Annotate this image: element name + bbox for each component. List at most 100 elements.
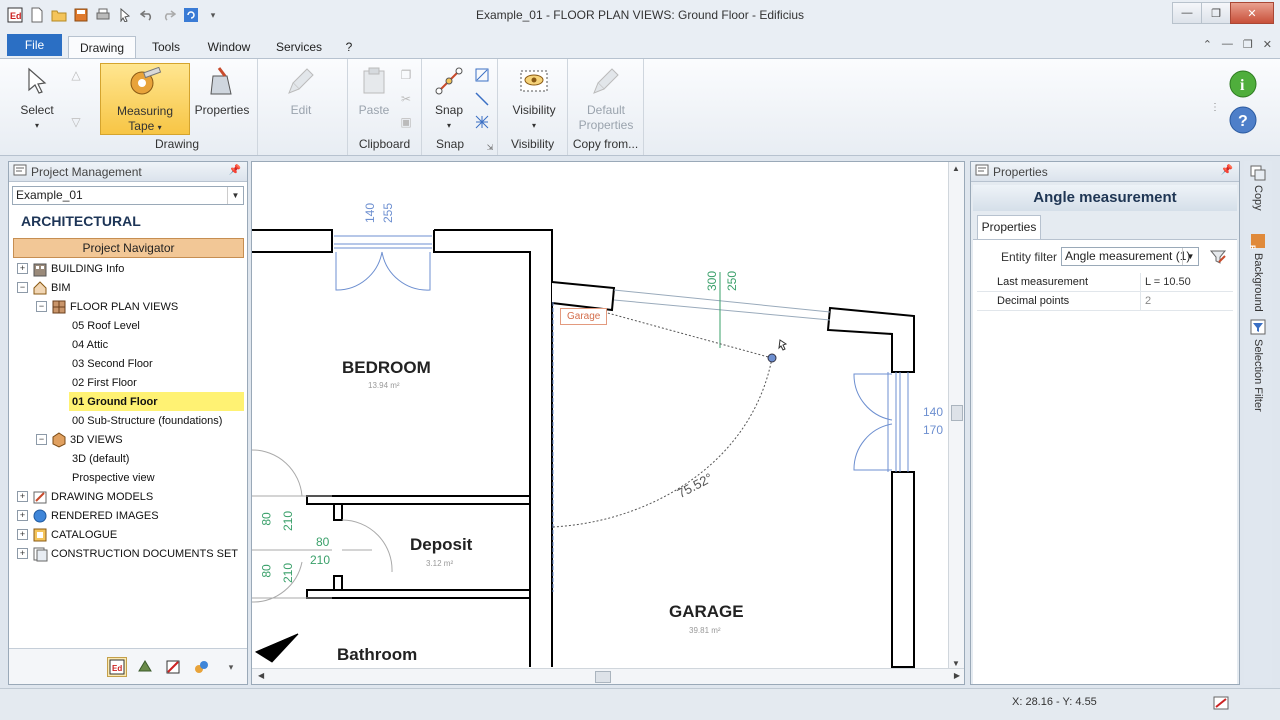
- visibility-button[interactable]: Visibility ▾: [506, 63, 562, 133]
- scroll-down-icon[interactable]: ▼: [952, 659, 960, 668]
- tab-help[interactable]: ?: [340, 36, 358, 58]
- tab-tools[interactable]: Tools: [141, 36, 191, 58]
- side-tab-selection-filter[interactable]: Selection Filter: [1248, 319, 1268, 415]
- tree-item-construction-documents[interactable]: + CONSTRUCTION DOCUMENTS SET: [17, 544, 238, 563]
- side-tab-copy[interactable]: Copy: [1248, 165, 1268, 221]
- structural-icon[interactable]: [135, 657, 155, 677]
- tab-services[interactable]: Services: [270, 36, 328, 58]
- tree-item-label: Prospective view: [72, 471, 155, 484]
- room-label-deposit[interactable]: Deposit: [410, 535, 472, 555]
- file-menu-button[interactable]: File: [7, 34, 62, 56]
- floor-plan-drawing[interactable]: [252, 162, 950, 670]
- tree-item-catalogue[interactable]: + CATALOGUE: [17, 525, 117, 544]
- scroll-thumb[interactable]: [595, 671, 611, 683]
- cut-icon[interactable]: ✂: [398, 91, 414, 107]
- help-icon[interactable]: ?: [1228, 105, 1258, 135]
- filter-edit-icon[interactable]: [1209, 248, 1227, 266]
- tree-item-3d-views[interactable]: − 3D VIEWS: [36, 430, 123, 449]
- tree-item-3d-default[interactable]: 3D (default): [69, 449, 132, 468]
- pin-icon[interactable]: 📌: [229, 165, 241, 176]
- doc-minimize-icon[interactable]: —: [1222, 38, 1233, 51]
- property-value[interactable]: 2: [1141, 292, 1151, 310]
- tab-properties[interactable]: Properties: [977, 215, 1041, 239]
- expand-icon[interactable]: +: [17, 510, 28, 521]
- ribbon-group-edit: Edit: [258, 59, 348, 155]
- scroll-right-icon[interactable]: ▶: [954, 671, 960, 680]
- room-label-bedroom[interactable]: BEDROOM: [342, 358, 431, 378]
- snap-group-launcher-icon[interactable]: ⇲: [482, 139, 498, 155]
- snap-option-2-icon[interactable]: [474, 91, 490, 107]
- vertical-scrollbar[interactable]: ▲ ▼: [948, 162, 964, 670]
- mep-icon[interactable]: [163, 657, 183, 677]
- wall: [891, 471, 915, 668]
- collapse-icon[interactable]: −: [36, 434, 47, 445]
- room-label-garage[interactable]: GARAGE: [669, 602, 744, 622]
- room-label-bathroom[interactable]: Bathroom: [337, 645, 417, 665]
- properties-button[interactable]: Properties: [194, 63, 250, 133]
- garage-tag[interactable]: Garage: [560, 308, 608, 325]
- tree-item-drawing-models[interactable]: + DRAWING MODELS: [17, 487, 153, 506]
- dim-label: 250: [725, 270, 740, 292]
- plugins-icon[interactable]: [191, 657, 211, 677]
- chevron-down-icon[interactable]: ▼: [1182, 248, 1198, 265]
- ribbon-collapse-icon[interactable]: ⌃: [1203, 38, 1212, 51]
- snap-option-1-icon[interactable]: [474, 67, 490, 83]
- project-management-title: Project Management: [31, 164, 142, 179]
- tree-item-rendered-images[interactable]: + RENDERED IMAGES: [17, 506, 159, 525]
- side-tab-background[interactable]: BG Background: [1248, 233, 1268, 319]
- panel-toolbar: Ed ▾: [9, 648, 247, 684]
- close-button[interactable]: ✕: [1230, 2, 1274, 24]
- expand-icon[interactable]: +: [17, 263, 28, 274]
- project-select-value: Example_01: [16, 188, 83, 202]
- status-settings-icon[interactable]: [1212, 694, 1232, 712]
- tree-item-sub-structure[interactable]: 00 Sub-Structure (foundations): [69, 411, 225, 430]
- tree-item-prospective-view[interactable]: Prospective view: [69, 468, 158, 487]
- scroll-thumb[interactable]: [951, 405, 963, 421]
- expand-icon[interactable]: +: [17, 491, 28, 502]
- edit-button[interactable]: Edit: [274, 63, 328, 133]
- panel-menu-dropdown-icon[interactable]: ▾: [221, 657, 241, 677]
- doc-restore-icon[interactable]: ❐: [1243, 38, 1253, 51]
- tab-window[interactable]: Window: [200, 36, 258, 58]
- drawing-canvas[interactable]: Garage BEDROOM 13.94 m² Deposit 3.12 m² …: [251, 161, 965, 685]
- tree-item-attic[interactable]: 04 Attic: [69, 335, 111, 354]
- tab-drawing[interactable]: Drawing: [68, 36, 136, 58]
- tree-item-second-floor[interactable]: 03 Second Floor: [69, 354, 156, 373]
- entity-filter-select[interactable]: Angle measurement (1) ▼: [1061, 247, 1199, 266]
- tree-item-roof-level[interactable]: 05 Roof Level: [69, 316, 143, 335]
- snap-grid-icon[interactable]: [474, 114, 490, 130]
- scroll-left-icon[interactable]: ◀: [258, 671, 264, 680]
- copy-icon[interactable]: ❐: [398, 67, 414, 83]
- architectural-icon[interactable]: Ed: [107, 657, 127, 677]
- doc-close-icon[interactable]: ✕: [1263, 38, 1272, 51]
- snap-button[interactable]: Snap ▾: [426, 63, 472, 133]
- info-icon[interactable]: i: [1228, 69, 1258, 99]
- collapse-icon[interactable]: −: [17, 282, 28, 293]
- collapse-icon[interactable]: −: [36, 301, 47, 312]
- project-select[interactable]: Example_01 ▼: [12, 186, 244, 205]
- horizontal-scrollbar[interactable]: ◀ ▶: [252, 668, 964, 684]
- angle-line-1: [603, 311, 773, 359]
- property-row[interactable]: Decimal points 2: [977, 292, 1233, 311]
- tree-item-bim[interactable]: − BIM: [17, 278, 71, 297]
- property-value[interactable]: L = 10.50: [1141, 273, 1191, 291]
- paste-button[interactable]: Paste: [352, 63, 396, 133]
- expand-icon[interactable]: +: [17, 529, 28, 540]
- chevron-down-icon[interactable]: ▼: [227, 187, 243, 204]
- maximize-button[interactable]: ❐: [1201, 2, 1231, 24]
- scroll-up-icon[interactable]: ▲: [952, 164, 960, 173]
- default-properties-button[interactable]: Default Properties: [572, 63, 640, 133]
- measuring-tape-button[interactable]: Measuring Tape ▾: [100, 63, 190, 135]
- entity-filter-value: Angle measurement (1): [1065, 249, 1191, 263]
- pin-icon[interactable]: 📌: [1221, 165, 1233, 176]
- property-row[interactable]: Last measurement L = 10.50: [977, 273, 1233, 292]
- expand-icon[interactable]: +: [17, 548, 28, 559]
- project-navigator-button[interactable]: Project Navigator: [13, 238, 244, 258]
- tree-item-floor-plan-views[interactable]: − FLOOR PLAN VIEWS: [36, 297, 178, 316]
- tree-item-building-info[interactable]: + BUILDING Info: [17, 259, 124, 278]
- paste-special-icon[interactable]: ▣: [398, 114, 414, 130]
- tree-item-ground-floor[interactable]: 01 Ground Floor: [69, 392, 244, 411]
- minimize-button[interactable]: —: [1172, 2, 1202, 24]
- tree-item-first-floor[interactable]: 02 First Floor: [69, 373, 140, 392]
- select-button[interactable]: Select ▾: [10, 63, 64, 133]
